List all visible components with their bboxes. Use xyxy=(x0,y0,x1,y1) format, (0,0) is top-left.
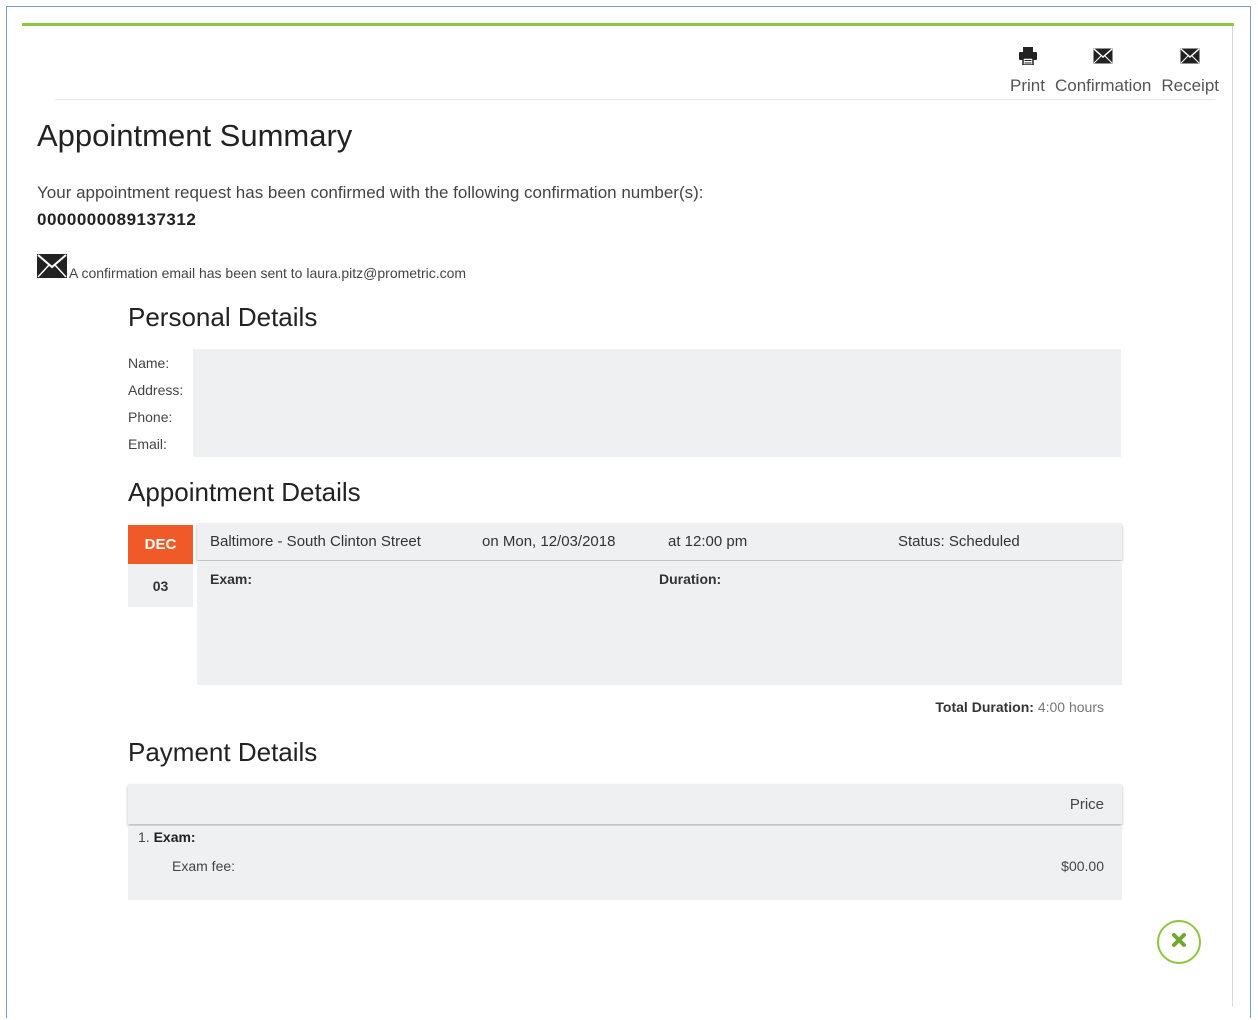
receipt-label: Receipt xyxy=(1161,76,1219,95)
envelope-icon xyxy=(1093,44,1113,68)
duration-label: Duration: xyxy=(659,571,722,587)
toolbar: Print Confirmation Receipt xyxy=(1005,44,1224,96)
confirmation-message: Your appointment request has been confir… xyxy=(37,183,704,202)
payment-item-label: Exam: xyxy=(153,829,196,845)
address-label: Address: xyxy=(128,382,184,398)
phone-label: Phone: xyxy=(128,409,173,425)
email-notice-text: A confirmation email has been sent to la… xyxy=(69,265,467,281)
confirmation-label: Confirmation xyxy=(1054,76,1152,95)
confirmation-number: 0000000089137312 xyxy=(37,210,197,229)
appointment-body: Exam: Duration: xyxy=(197,561,1122,685)
date-month: DEC xyxy=(128,525,193,564)
payment-item-number: 1. xyxy=(138,829,150,845)
top-accent-bar xyxy=(22,23,1234,26)
total-duration: Total Duration: 4:00 hours xyxy=(935,699,1104,715)
price-column-header: Price xyxy=(1069,796,1104,813)
payment-table-body: 1. Exam: Exam fee: $00.00 xyxy=(128,826,1122,900)
exam-fee-label: Exam fee: xyxy=(172,858,236,874)
close-button[interactable] xyxy=(1157,920,1201,964)
date-day: 03 xyxy=(128,564,193,607)
payment-table-header: Price xyxy=(128,784,1122,824)
email-label: Email: xyxy=(128,436,167,452)
header-divider xyxy=(55,99,1215,100)
envelope-icon xyxy=(1180,44,1200,68)
receipt-button[interactable]: Receipt xyxy=(1156,44,1224,96)
payment-item: 1. Exam: xyxy=(138,829,196,845)
appointment-date: on Mon, 12/03/2018 xyxy=(482,533,616,550)
confirmation-button[interactable]: Confirmation xyxy=(1050,44,1156,96)
print-label: Print xyxy=(1010,76,1045,95)
page-title: Appointment Summary xyxy=(37,118,353,153)
printer-icon xyxy=(1018,44,1038,68)
envelope-icon xyxy=(37,254,67,281)
scrollbar[interactable] xyxy=(1232,26,1233,1006)
email-notice: A confirmation email has been sent to la… xyxy=(37,254,466,281)
exam-label: Exam: xyxy=(210,571,253,587)
appointment-status: Status: Scheduled xyxy=(898,533,1020,550)
personal-labels: Name: Address: Phone: Email: xyxy=(128,354,183,462)
exam-fee-value: $00.00 xyxy=(1061,858,1104,874)
appointment-location: Baltimore - South Clinton Street xyxy=(210,533,421,550)
appointment-time: at 12:00 pm xyxy=(668,533,748,550)
total-duration-value: 4:00 hours xyxy=(1037,699,1104,715)
name-label: Name: xyxy=(128,355,170,371)
personal-details-panel xyxy=(193,349,1121,457)
appointment-details-title: Appointment Details xyxy=(128,477,361,507)
appointment-header: Baltimore - South Clinton Street on Mon,… xyxy=(197,523,1122,560)
date-badge: DEC 03 xyxy=(128,525,193,607)
total-duration-label: Total Duration: xyxy=(935,699,1034,715)
personal-details-title: Personal Details xyxy=(128,302,318,332)
print-button[interactable]: Print xyxy=(1005,44,1050,96)
payment-details-title: Payment Details xyxy=(128,737,318,767)
close-icon xyxy=(1171,932,1187,953)
